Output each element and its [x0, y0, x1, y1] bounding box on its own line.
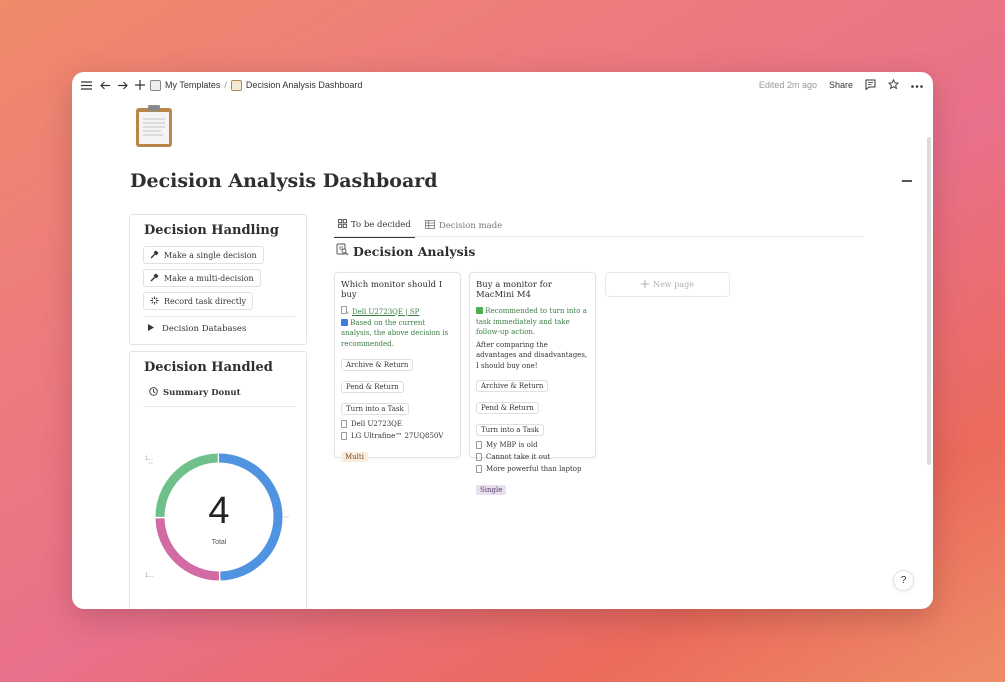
relation-item[interactable]: My MBP is old — [476, 441, 589, 449]
tabs-underline — [334, 236, 864, 237]
help-button[interactable]: ? — [893, 570, 914, 591]
document-icon — [341, 420, 347, 428]
donut-label-top: 1... — [145, 456, 154, 462]
tag-multi: Multi — [341, 452, 368, 462]
decision-analysis-icon — [336, 243, 349, 259]
link-page-icon — [341, 306, 349, 318]
card-link-row: Dell U2723QE | SP — [341, 306, 454, 318]
breadcrumb-current[interactable]: Decision Analysis Dashboard — [246, 80, 363, 90]
decision-handling-panel: Decision Handling Make a single decision… — [129, 214, 307, 345]
check-icon — [476, 307, 483, 314]
relation-item[interactable]: More powerful than laptop — [476, 465, 589, 473]
clipboard-icon — [230, 79, 242, 91]
donut-total: 4 — [208, 490, 230, 532]
collapse-icon[interactable] — [902, 180, 912, 182]
topbar-actions: Edited 2m ago Share — [759, 72, 923, 98]
top-bar: My Templates / Decision Analysis Dashboa… — [72, 72, 933, 98]
summary-donut-header[interactable]: Summary Donut — [149, 387, 241, 399]
board-icon — [338, 219, 347, 231]
card-note: Based on the current analysis, the above… — [341, 318, 454, 350]
archive-return-button[interactable]: Archive & Return — [341, 359, 414, 371]
relation-label: LG Ultrafine™ 27UQ850V — [351, 432, 444, 440]
tab-label: Decision made — [438, 221, 503, 231]
star-icon[interactable] — [887, 78, 900, 92]
tab-label: To be decided — [351, 220, 411, 230]
divider — [143, 406, 295, 407]
relation-label: Dell U2723QE — [351, 420, 403, 428]
new-page-label: New page — [653, 280, 694, 289]
document-icon — [341, 432, 347, 440]
relation-label: My MBP is old — [486, 441, 538, 449]
card-title: Which monitor should I buy — [341, 280, 443, 300]
summary-label: Summary Donut — [163, 388, 241, 398]
make-single-decision-button[interactable]: Make a single decision — [143, 246, 264, 264]
button-label: Make a single decision — [164, 250, 257, 260]
turn-into-task-button[interactable]: Turn into a Task — [341, 403, 409, 415]
card-note: Recommended to turn into a task immediat… — [476, 306, 589, 338]
relation-item[interactable]: Cannot take it out — [476, 453, 589, 461]
donut-caption: Total — [211, 539, 227, 546]
template-icon — [150, 79, 161, 91]
relation-label: Cannot take it out — [486, 453, 551, 461]
breadcrumb-separator: / — [224, 80, 227, 90]
clipboard-page-icon[interactable] — [134, 104, 174, 148]
record-task-button[interactable]: Record task directly — [143, 292, 254, 310]
document-icon — [476, 441, 482, 449]
menu-icon[interactable] — [78, 77, 95, 94]
database-title-text[interactable]: Decision Analysis — [353, 244, 475, 259]
hammer-icon — [150, 273, 159, 284]
card-note-text: Based on the current analysis, the above… — [341, 318, 449, 348]
relation-item[interactable]: LG Ultrafine™ 27UQ850V — [341, 432, 454, 440]
page-title: Decision Analysis Dashboard — [130, 170, 438, 192]
recommended-decision-link[interactable]: Dell U2723QE | SP — [352, 307, 419, 318]
divider — [143, 316, 295, 317]
handled-title: Decision Handled — [144, 360, 273, 375]
make-multi-decision-button[interactable]: Make a multi-decision — [143, 269, 261, 287]
turn-into-task-button[interactable]: Turn into a Task — [476, 424, 544, 436]
document-icon — [476, 465, 482, 473]
notion-window: My Templates / Decision Analysis Dashboa… — [72, 72, 933, 609]
toggle-label: Decision Databases — [162, 324, 247, 334]
view-tabs: To be decided Decision made — [334, 216, 506, 238]
hammer-icon — [150, 250, 159, 261]
new-page-button[interactable]: New page — [605, 272, 730, 297]
button-label: Make a multi-decision — [164, 273, 254, 283]
document-icon — [476, 453, 482, 461]
table-icon — [424, 220, 435, 232]
scrollbar[interactable] — [927, 137, 931, 465]
relation-item[interactable]: Dell U2723QE — [341, 420, 454, 428]
plus-icon[interactable] — [131, 77, 148, 94]
relation-label: More powerful than laptop — [486, 465, 582, 473]
archive-return-button[interactable]: Archive & Return — [476, 380, 549, 392]
card-note-text: Recommended to turn into a task immediat… — [476, 307, 587, 336]
handling-title: Decision Handling — [144, 223, 279, 238]
decision-card[interactable]: Which monitor should I buy Dell U2723QE … — [334, 272, 461, 462]
tab-decision-made[interactable]: Decision made — [421, 216, 506, 238]
card-body: After comparing the advantages and disad… — [476, 340, 588, 370]
donut-label-bottom: 1... — [145, 573, 154, 579]
edited-status: Edited 2m ago — [758, 80, 817, 90]
tab-to-be-decided[interactable]: To be decided — [334, 216, 415, 238]
pend-return-button[interactable]: Pend & Return — [476, 402, 539, 414]
plus-icon — [641, 279, 650, 290]
sparkle-icon — [150, 296, 159, 307]
share-button[interactable]: Share — [829, 80, 853, 90]
forward-arrow-icon[interactable] — [114, 77, 131, 94]
breadcrumb-parent[interactable]: My Templates — [165, 80, 220, 90]
info-icon — [341, 318, 348, 326]
triangle-right-icon — [148, 324, 154, 334]
decision-card[interactable]: Buy a monitor for MacMini M4 Recommended… — [469, 272, 596, 495]
tag-single: Single — [476, 485, 507, 495]
comment-icon[interactable] — [865, 79, 876, 92]
back-arrow-icon[interactable] — [97, 77, 114, 94]
more-icon[interactable] — [911, 80, 923, 90]
button-label: Record task directly — [164, 296, 247, 306]
clock-icon — [149, 387, 158, 399]
decision-databases-toggle[interactable]: Decision Databases — [148, 324, 246, 334]
breadcrumb: My Templates / Decision Analysis Dashboa… — [150, 79, 363, 91]
card-title: Buy a monitor for MacMini M4 — [476, 280, 552, 300]
database-title: Decision Analysis — [336, 243, 475, 259]
pend-return-button[interactable]: Pend & Return — [341, 381, 404, 393]
decision-handled-panel: Decision Handled Summary Donut 4 Total 1… — [129, 351, 307, 609]
